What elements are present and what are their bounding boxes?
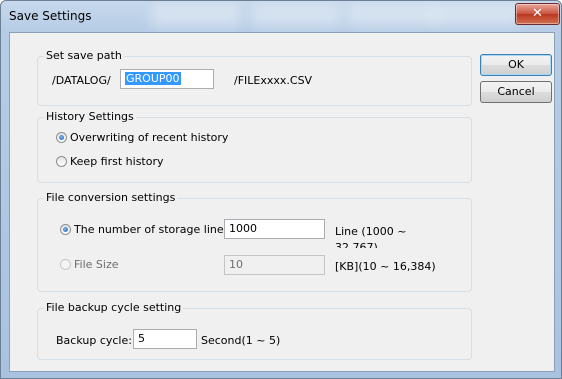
title-bar-background-blur	[251, 3, 341, 27]
backup-cycle-legend: File backup cycle setting	[44, 301, 184, 314]
close-icon: ✕	[532, 6, 543, 21]
title-bar-background-blur	[151, 3, 241, 27]
history-keep-first-label[interactable]: Keep first history	[70, 155, 164, 168]
title-bar-background-blur	[431, 3, 521, 27]
save-path-legend: Set save path	[44, 49, 124, 62]
title-bar-background-blur	[346, 3, 436, 27]
window-title: Save Settings	[9, 9, 92, 23]
storage-lines-label[interactable]: The number of storage lines	[74, 223, 229, 236]
history-overwrite-radio[interactable]	[56, 132, 67, 143]
save-settings-dialog: Save Settings ✕ Set save path /DATALOG/ …	[0, 0, 562, 379]
history-keep-first-radio[interactable]	[56, 156, 67, 167]
history-overwrite-label[interactable]: Overwriting of recent history	[70, 131, 228, 144]
backup-cycle-label: Backup cycle:	[56, 334, 132, 347]
ok-button[interactable]: OK	[480, 54, 552, 76]
file-size-label[interactable]: File Size	[74, 258, 118, 271]
storage-lines-range: Line (1000 ~ 32,767)	[335, 225, 407, 248]
folder-name-value: GROUP00	[125, 72, 181, 85]
file-size-input[interactable]: 10	[224, 255, 325, 275]
file-size-radio[interactable]	[60, 259, 71, 270]
history-settings-group: History Settings	[37, 110, 472, 183]
file-conversion-legend: File conversion settings	[44, 191, 178, 204]
storage-lines-radio[interactable]	[60, 224, 71, 235]
backup-cycle-range: Second(1 ~ 5)	[201, 334, 281, 347]
path-suffix: /FILExxxx.CSV	[234, 74, 313, 87]
backup-cycle-input[interactable]: 5	[133, 329, 197, 349]
close-button[interactable]: ✕	[515, 3, 560, 25]
folder-name-input[interactable]: GROUP00	[120, 69, 214, 89]
history-settings-legend: History Settings	[44, 110, 136, 123]
cancel-button[interactable]: Cancel	[480, 81, 552, 103]
dialog-body: Set save path /DATALOG/ GROUP00 /FILExxx…	[9, 32, 555, 372]
title-bar[interactable]: Save Settings ✕	[1, 1, 561, 33]
storage-lines-input[interactable]: 1000	[224, 219, 325, 239]
file-size-range: [KB](10 ~ 16,384)	[335, 260, 436, 273]
path-prefix: /DATALOG/	[52, 74, 111, 87]
